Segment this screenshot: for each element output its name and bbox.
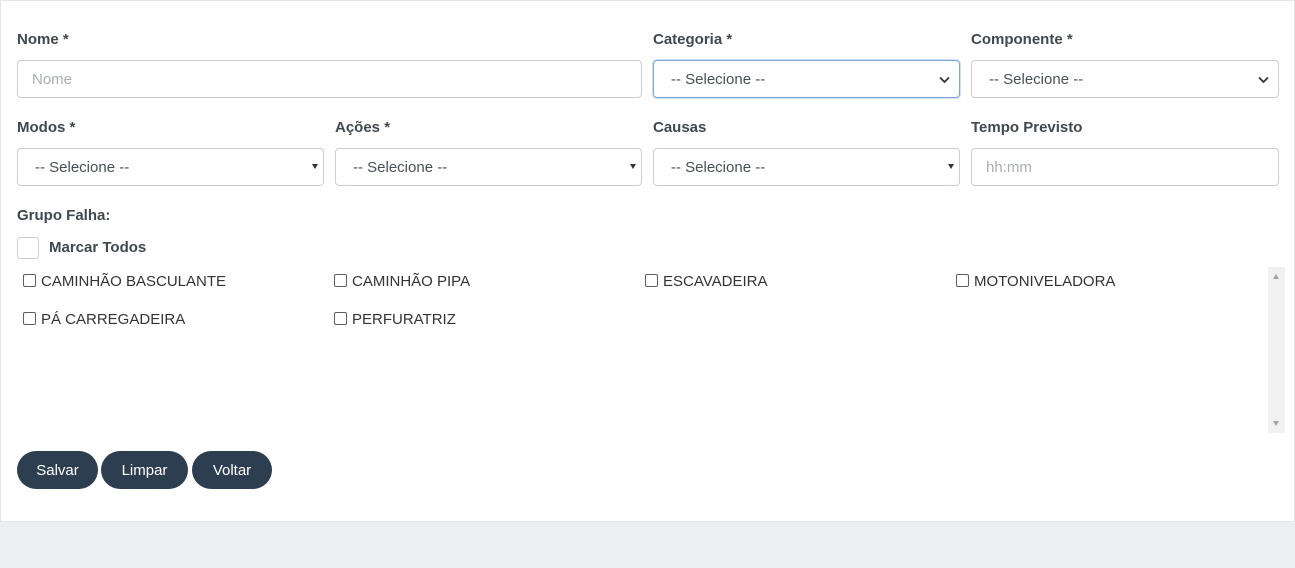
- caret-down-icon: [312, 164, 318, 169]
- modos-value: -- Selecione --: [35, 158, 130, 176]
- categoria-label: Categoria *: [653, 31, 733, 48]
- grupo-option-label: ESCAVADEIRA: [663, 273, 768, 290]
- clear-button[interactable]: Limpar: [101, 451, 188, 489]
- tempo-input[interactable]: hh:mm: [971, 148, 1279, 186]
- modos-select[interactable]: -- Selecione --: [17, 148, 324, 186]
- grupo-option-label: CAMINHÃO BASCULANTE: [41, 273, 227, 290]
- grupo-option[interactable]: PERFURATRIZ: [334, 311, 456, 328]
- checkbox[interactable]: [956, 274, 969, 287]
- acoes-select[interactable]: -- Selecione --: [335, 148, 642, 186]
- caret-down-icon: [948, 164, 954, 169]
- nome-label: Nome *: [17, 31, 69, 48]
- grupo-option[interactable]: CAMINHÃO BASCULANTE: [23, 273, 226, 290]
- chevron-down-icon: [939, 76, 950, 84]
- checkbox[interactable]: [23, 312, 36, 325]
- caret-down-icon: [630, 164, 636, 169]
- causas-select[interactable]: -- Selecione --: [653, 148, 960, 186]
- componente-label: Componente *: [971, 31, 1073, 48]
- grupo-falha-label: Grupo Falha:: [17, 207, 111, 224]
- form-card: Nome * Nome Categoria * -- Selecione -- …: [0, 0, 1295, 522]
- causas-label: Causas: [653, 119, 707, 136]
- modos-label: Modos *: [17, 119, 76, 136]
- nome-placeholder: Nome: [32, 70, 73, 88]
- grupo-option-label: PERFURATRIZ: [352, 311, 456, 328]
- save-button[interactable]: Salvar: [17, 451, 98, 489]
- grupo-option[interactable]: CAMINHÃO PIPA: [334, 273, 470, 290]
- tempo-label: Tempo Previsto: [971, 119, 1083, 136]
- chevron-down-icon: [1258, 76, 1269, 84]
- checkbox[interactable]: [334, 274, 347, 287]
- grupo-option-label: MOTONIVELADORA: [974, 273, 1116, 290]
- grupo-option-label: CAMINHÃO PIPA: [352, 273, 471, 290]
- marcar-todos-checkbox[interactable]: [17, 237, 39, 259]
- grupo-option[interactable]: ESCAVADEIRA: [645, 273, 767, 290]
- grupo-option-label: PÁ CARREGADEIRA: [41, 311, 186, 328]
- checkbox[interactable]: [23, 274, 36, 287]
- checkbox[interactable]: [334, 312, 347, 325]
- tempo-placeholder: hh:mm: [986, 158, 1032, 176]
- nome-input[interactable]: Nome: [17, 60, 642, 98]
- causas-value: -- Selecione --: [671, 158, 766, 176]
- componente-value: -- Selecione --: [989, 70, 1084, 88]
- acoes-value: -- Selecione --: [353, 158, 448, 176]
- scrollbar[interactable]: [1268, 267, 1285, 433]
- checkbox[interactable]: [645, 274, 658, 287]
- grupo-option[interactable]: MOTONIVELADORA: [956, 273, 1115, 290]
- grupo-falha-list[interactable]: CAMINHÃO BASCULANTE CAMINHÃO PIPA ESCAVA…: [17, 267, 1285, 435]
- categoria-select[interactable]: -- Selecione --: [653, 60, 960, 98]
- componente-select[interactable]: -- Selecione --: [971, 60, 1279, 98]
- marcar-todos-label[interactable]: Marcar Todos: [49, 239, 146, 256]
- categoria-value: -- Selecione --: [671, 70, 766, 88]
- acoes-label: Ações *: [335, 119, 391, 136]
- grupo-option[interactable]: PÁ CARREGADEIRA: [23, 311, 185, 328]
- scroll-up-icon[interactable]: [1273, 274, 1279, 279]
- scroll-down-icon[interactable]: [1273, 421, 1279, 426]
- back-button[interactable]: Voltar: [192, 451, 272, 489]
